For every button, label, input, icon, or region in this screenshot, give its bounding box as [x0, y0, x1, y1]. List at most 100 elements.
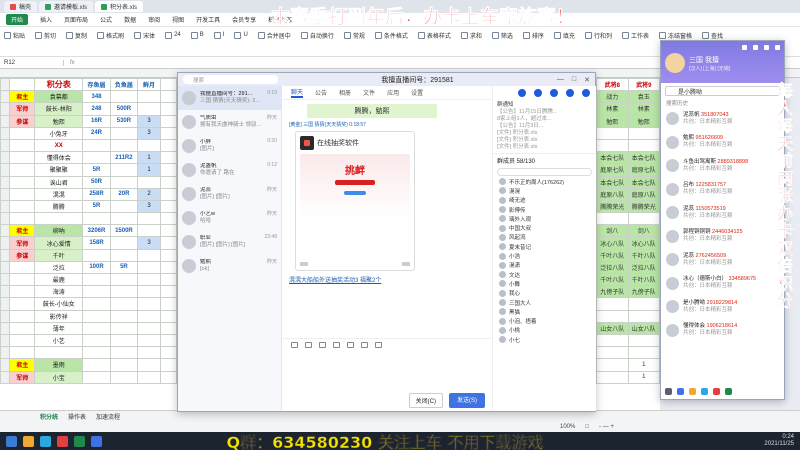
contact-item[interactable]: 是小腾呦 2918229814 共创：日本精彩互赖	[661, 295, 784, 319]
notice-line[interactable]: 【公告】11月15日腾腾...	[497, 109, 592, 116]
cell[interactable]: 君主	[9, 358, 36, 372]
cell[interactable]: 冰心八队	[596, 236, 629, 250]
cell[interactable]: 山女八队	[596, 321, 629, 335]
conversation-item[interactable]: 小艺w 哈哈 昨天	[178, 206, 281, 230]
contact-item[interactable]: 勉熙 951626609 共创：日本精彩互赖	[661, 131, 784, 155]
close-chat-button[interactable]: 关闭(C)	[408, 393, 443, 408]
cell[interactable]: 本会七队	[596, 175, 629, 189]
cell[interactable]	[82, 285, 111, 299]
cell[interactable]	[159, 199, 178, 214]
member-item[interactable]: 中国大叔	[493, 223, 596, 232]
folder-icon[interactable]	[23, 435, 34, 447]
cell[interactable]	[159, 285, 178, 299]
conversation-item[interactable]: 泥盏帆 你邀请了 路在 0:12	[178, 158, 281, 182]
cell[interactable]	[109, 248, 139, 262]
cell[interactable]: 鼓长-小仙女	[34, 297, 84, 311]
minimize-button[interactable]: —	[557, 76, 564, 84]
ribbon-tool-button[interactable]: 条件格式	[374, 29, 408, 41]
ribbon-tool-button[interactable]: 表格样式	[417, 29, 451, 41]
member-item[interactable]: 三国大人	[493, 298, 596, 307]
cell[interactable]	[137, 358, 161, 372]
cell[interactable]: 千叶八队	[627, 248, 660, 262]
shared-card[interactable]: 在线抽奖软件 挑衅	[295, 131, 415, 271]
cell[interactable]: 158R	[82, 236, 111, 250]
cell[interactable]: 20R	[109, 187, 139, 201]
cell[interactable]	[159, 272, 178, 287]
ribbon-tab[interactable]: 页面布局	[64, 15, 88, 24]
contact-item[interactable]: 郭程铜铜铜 2446034125 共创：日本精彩互赖	[661, 225, 784, 249]
cell[interactable]: 小兔牙	[34, 126, 84, 140]
cell[interactable]	[137, 333, 161, 348]
chat-tab[interactable]: 公告	[315, 88, 327, 97]
emoji-icon[interactable]	[291, 341, 298, 348]
chat-search-input[interactable]: 搜索	[183, 75, 278, 84]
zoom-slider[interactable]: - — +	[599, 424, 614, 430]
ribbon-tool-button[interactable]: 自动换行	[300, 29, 334, 41]
cell[interactable]	[596, 346, 629, 360]
ribbon-tool-button[interactable]: U	[234, 29, 248, 41]
cell[interactable]	[82, 333, 111, 348]
cell[interactable]	[627, 333, 660, 348]
cell[interactable]	[82, 297, 111, 311]
cell[interactable]: 九傍子队	[596, 285, 629, 299]
cell[interactable]	[9, 175, 36, 189]
chat-tab[interactable]: 应用	[387, 88, 399, 97]
cell[interactable]	[109, 309, 139, 323]
cell[interactable]	[9, 309, 36, 323]
cell[interactable]: 泛拉八队	[627, 260, 660, 275]
cell[interactable]	[137, 138, 161, 153]
cell[interactable]	[82, 212, 111, 226]
cell[interactable]: 军师	[9, 102, 36, 116]
contact-item[interactable]: 吕布 1225831757 共创：日本精彩互赖	[661, 178, 784, 202]
cell[interactable]: 1	[137, 163, 161, 177]
ribbon-tool-button[interactable]: 行和列	[584, 29, 612, 41]
cell[interactable]	[109, 163, 139, 177]
cell[interactable]: 258R	[82, 187, 111, 201]
cell[interactable]	[109, 199, 139, 214]
cell[interactable]: 滉滉	[34, 187, 84, 201]
cell[interactable]: 3206R	[82, 224, 111, 238]
cell[interactable]: 海涛	[34, 285, 84, 299]
cell[interactable]: 1	[137, 151, 161, 165]
cell[interactable]: 16R	[82, 114, 111, 128]
cell[interactable]	[34, 212, 84, 226]
cell[interactable]	[109, 358, 139, 372]
notice-line[interactable]: 【公告】11月3日...	[497, 123, 592, 130]
cell[interactable]	[159, 212, 178, 226]
member-item[interactable]: 小舞	[493, 279, 596, 288]
cell[interactable]: 100R	[82, 260, 111, 275]
cell[interactable]	[137, 175, 161, 189]
cell[interactable]	[9, 321, 36, 335]
cell[interactable]: 林素	[627, 102, 660, 116]
qzone-icon[interactable]	[677, 388, 684, 395]
cell[interactable]: 1	[627, 370, 660, 384]
cell[interactable]	[137, 321, 161, 335]
ribbon-tool-button[interactable]: 填充	[553, 29, 575, 41]
header-cell[interactable]: 鲜月	[137, 77, 161, 92]
cell[interactable]: 50R	[82, 175, 111, 189]
cell[interactable]: 勉熙	[596, 114, 629, 128]
contact-item[interactable]: 斗鱼出驾寓斯 2889318898 共创：日本精彩互赖	[661, 154, 784, 178]
apps-icon[interactable]	[725, 388, 732, 395]
cell[interactable]: 墨雨	[34, 358, 84, 372]
cell[interactable]: 1500R	[109, 224, 139, 238]
cell[interactable]	[9, 285, 36, 299]
cell[interactable]	[137, 260, 161, 275]
cell[interactable]	[159, 321, 178, 335]
cell[interactable]: 3	[137, 199, 161, 214]
cell[interactable]: 庭原八队	[596, 187, 629, 201]
chat-tab[interactable]: 设置	[411, 88, 423, 97]
contact-item[interactable]: 泥蕊帆 351807043 共创：日本精彩互赖	[661, 107, 784, 131]
cell[interactable]	[109, 212, 139, 226]
cell[interactable]	[109, 333, 139, 348]
conversation-item[interactable]: 职业 [图片] [图片] [图片] 23:48	[178, 230, 281, 254]
app-icon[interactable]	[57, 435, 68, 447]
conversation-item[interactable]: 泥蕊 [图片] [图片] 昨天	[178, 182, 281, 206]
sheet-tab[interactable]: 加速流程	[96, 412, 120, 421]
send-button[interactable]: 发送(S)	[449, 393, 485, 408]
cell[interactable]	[109, 321, 139, 335]
cell[interactable]	[109, 346, 139, 360]
ribbon-tool-button[interactable]: 格式刷	[97, 29, 124, 41]
cell[interactable]	[159, 358, 178, 372]
cell[interactable]	[159, 333, 178, 348]
